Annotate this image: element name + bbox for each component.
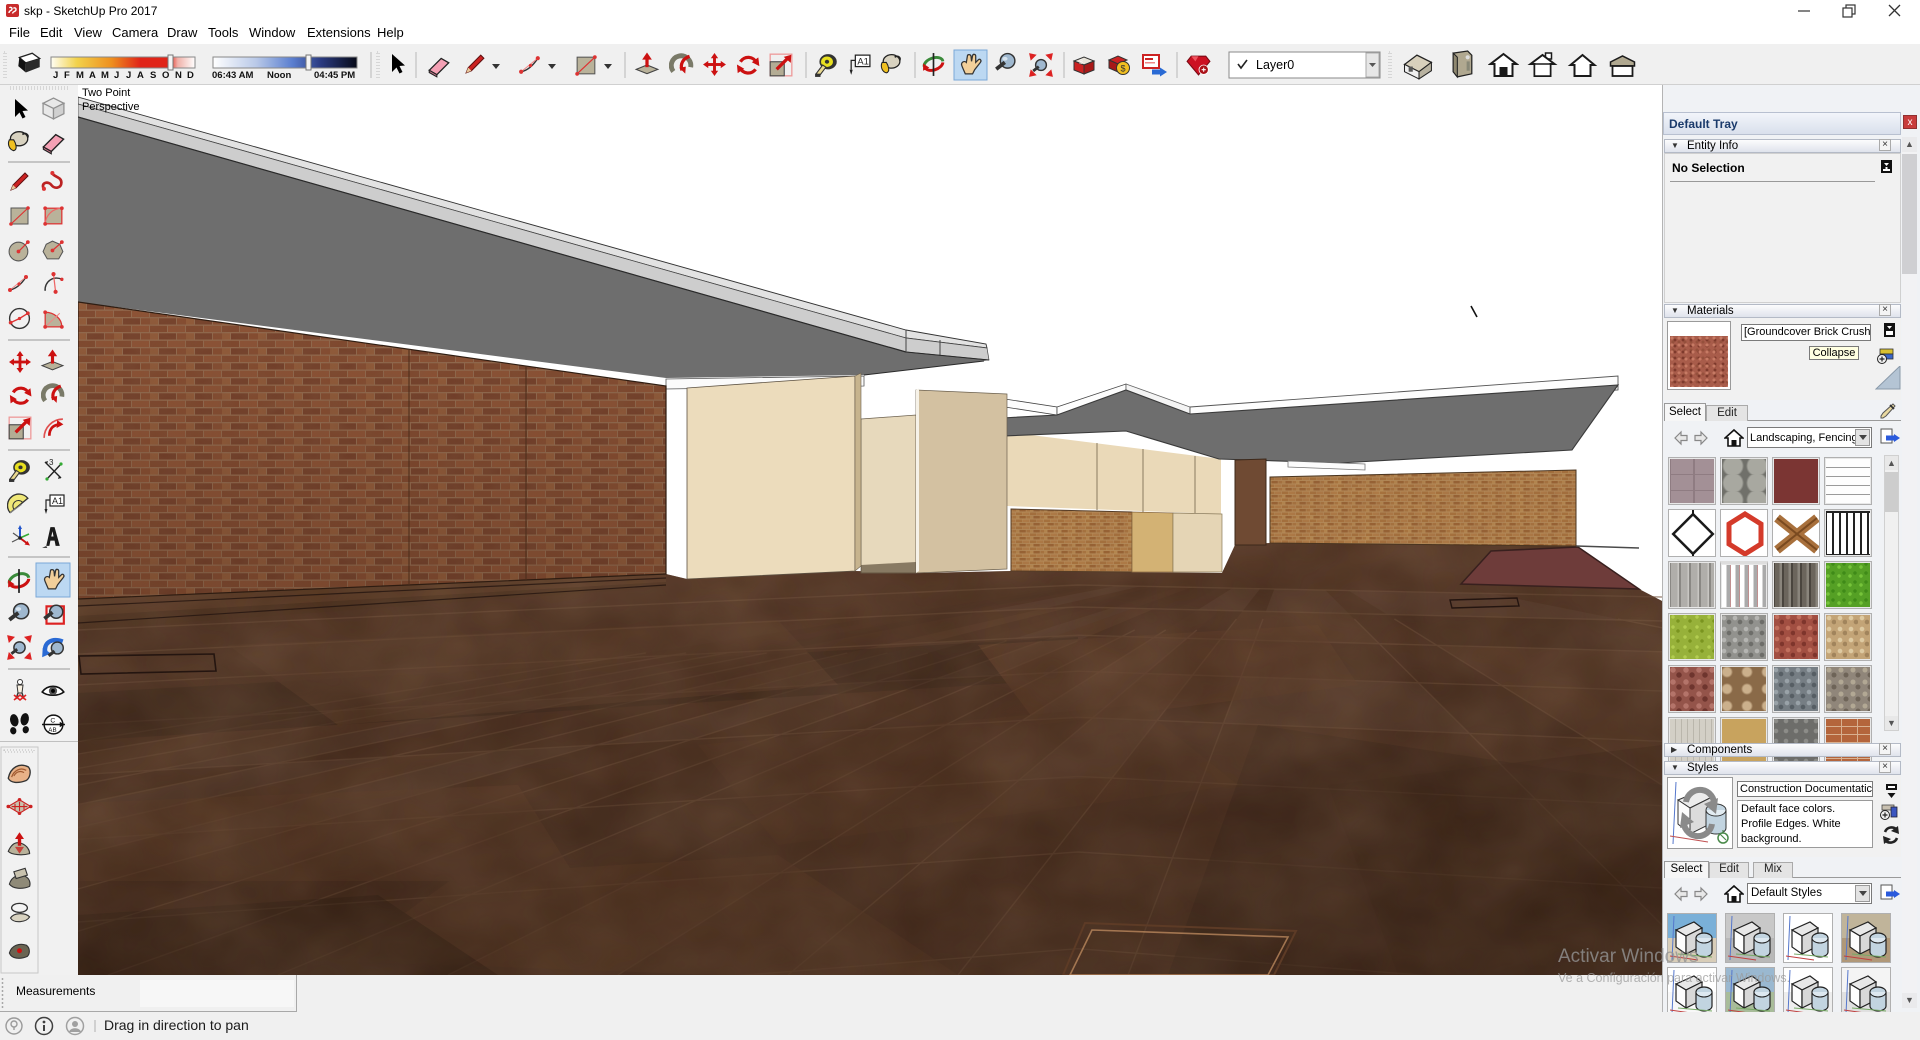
svg-text:M: M [101,70,109,81]
svg-text:J: J [114,70,119,81]
svg-text:O: O [162,70,169,81]
svg-text:J: J [126,70,131,81]
svg-text:J: J [53,70,58,81]
svg-text:A: A [89,70,96,81]
svg-text:06:43 AM: 06:43 AM [212,70,253,81]
svg-text:Noon: Noon [267,70,291,81]
svg-text:A: A [137,70,144,81]
svg-text:04:45 PM: 04:45 PM [314,70,355,81]
svg-text:D: D [187,70,194,81]
svg-text:Layer0: Layer0 [1256,58,1294,72]
svg-text:F: F [64,70,70,81]
svg-text:N: N [175,70,182,81]
svg-text:S: S [150,70,156,81]
svg-text:M: M [76,70,84,81]
